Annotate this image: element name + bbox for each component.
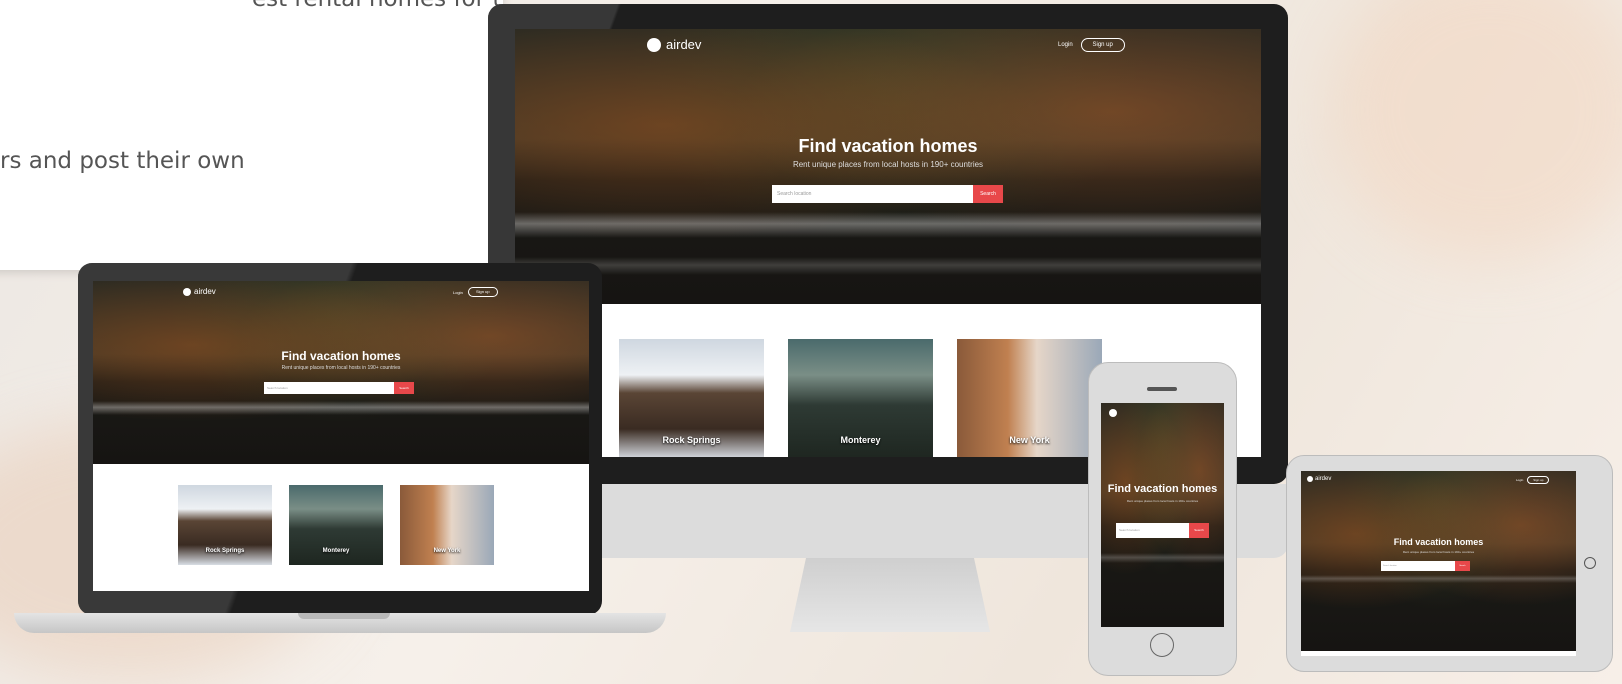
hero-title: Find vacation homes [281,349,401,363]
logo-text: airdev [1315,476,1332,482]
hero-section: airdev Login Sign up Find vacation homes… [93,281,589,464]
signup-button[interactable]: Sign up [1080,38,1125,52]
laptop-screen: airdev Login Sign up Find vacation homes… [93,281,589,591]
description-line-2: rs and post their own [0,148,245,174]
hero-section: airdev Login Sign up Find vacation homes… [1301,471,1576,651]
description-card: est rental homes for their rs and post t… [0,0,503,270]
hero-subtitle: Rent unique places from local hosts in 1… [1402,550,1475,554]
site-logo[interactable]: airdev [1307,476,1331,482]
laptop: airdev Login Sign up Find vacation homes… [78,263,602,615]
listing-card-title: Rock Springs [662,435,721,445]
signup-button[interactable]: Sign up [1527,476,1550,484]
phone-speaker [1147,387,1177,391]
signup-button[interactable]: Sign up [467,287,498,297]
site-logo[interactable]: airdev [647,37,701,52]
listing-card-title: New York [1009,435,1050,445]
listing-card[interactable]: New York [400,485,494,565]
site-logo[interactable] [1109,409,1117,417]
tablet: airdev Login Sign up Find vacation homes… [1286,455,1613,672]
top-nav: Login Sign up [453,287,498,297]
laptop-notch [298,613,390,619]
background-blob [1330,0,1622,260]
listing-card-title: New York [433,548,461,554]
phone: Find vacation homes Rent unique places f… [1088,362,1237,676]
airdev-logo-icon [1109,409,1117,417]
hero-title: Find vacation homes [1107,483,1218,495]
login-link[interactable]: Login [1058,42,1073,48]
logo-text: airdev [194,287,216,296]
hero-subtitle: Rent unique places from local hosts in 1… [1126,499,1199,503]
hero-title: Find vacation homes [1393,537,1484,547]
search-button[interactable]: Search [1189,523,1209,538]
search-button[interactable]: Search [973,185,1003,203]
listing-card-title: Rock Springs [205,548,245,554]
search-bar: Search location Search [264,382,414,394]
listing-card[interactable]: Monterey [788,339,933,457]
site-logo[interactable]: airdev [183,287,216,296]
airdev-logo-icon [647,37,661,52]
monitor-stand [790,558,990,632]
phone-screen: Find vacation homes Rent unique places f… [1101,403,1224,627]
airdev-logo-icon [183,287,191,296]
airdev-logo-icon [1307,476,1313,482]
search-button[interactable]: Search [394,382,414,394]
search-bar: Search location Search [1116,523,1209,538]
hero-subtitle: Rent unique places from local hosts in 1… [792,160,984,169]
search-bar: Search location Search [772,185,1003,203]
hero-section: Find vacation homes Rent unique places f… [1101,403,1224,627]
top-nav: Login Sign up [1058,38,1125,52]
login-link[interactable]: Login [1516,478,1523,482]
listing-card[interactable]: Rock Springs [619,339,764,457]
hero-section: airdev Login Sign up Find vacation homes… [515,29,1261,304]
search-bar: Search location Search [1381,561,1470,571]
search-input[interactable]: Search location [1381,561,1455,571]
listing-card[interactable]: Monterey [289,485,383,565]
login-link[interactable]: Login [453,290,463,295]
phone-home-button[interactable] [1150,633,1174,657]
logo-text: airdev [666,37,702,52]
listing-card-title: Monterey [322,548,350,554]
listing-card[interactable]: New York [957,339,1102,457]
tablet-home-button[interactable] [1584,557,1596,569]
listing-card-title: Monterey [840,435,881,445]
tablet-screen: airdev Login Sign up Find vacation homes… [1301,471,1576,656]
search-input[interactable]: Search location [772,185,973,203]
hero-subtitle: Rent unique places from local hosts in 1… [281,365,401,371]
search-button[interactable]: Search [1455,561,1470,571]
search-input[interactable]: Search location [1116,523,1189,538]
description-line-1: est rental homes for their [252,0,503,12]
top-nav: Login Sign up [1516,476,1550,484]
listing-card[interactable]: Rock Springs [178,485,272,565]
search-input[interactable]: Search location [264,382,394,394]
hero-title: Find vacation homes [798,136,978,156]
